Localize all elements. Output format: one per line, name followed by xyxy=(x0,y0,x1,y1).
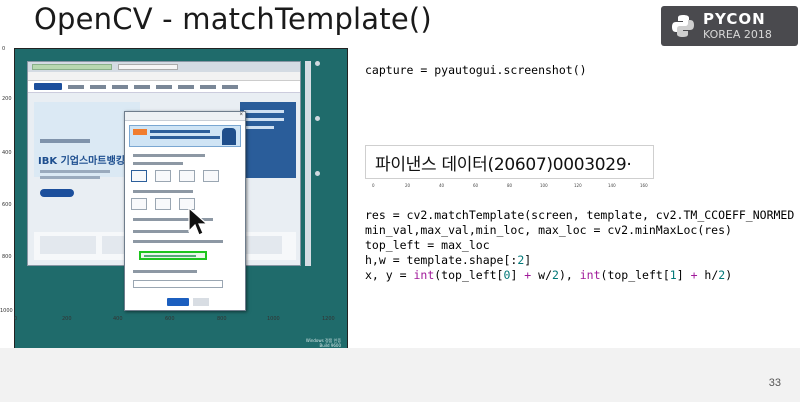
pycon-logo: PYCON KOREA 2018 xyxy=(661,6,798,46)
screenshot-plot: 0 200 400 600 800 1000 IBK 기업스마트뱅킹 × Win… xyxy=(0,40,360,353)
template-x-tick: 120 xyxy=(574,183,582,188)
match-highlight-box xyxy=(139,251,207,260)
desktop-screenshot: IBK 기업스마트뱅킹 × Windows 정품 인증 Build 9600 xyxy=(14,48,348,353)
code-line-3: top_left = max_loc xyxy=(365,238,490,252)
x-tick: 800 xyxy=(217,316,227,322)
template-axis: 0 20 40 60 80 100 120 140 160 xyxy=(372,183,662,191)
address-bar xyxy=(28,62,300,72)
logo-line2: KOREA 2018 xyxy=(703,28,772,41)
template-x-tick: 160 xyxy=(640,183,648,188)
y-tick: 1000 xyxy=(0,308,13,314)
x-tick: 1000 xyxy=(267,316,280,322)
right-banner xyxy=(240,102,296,178)
hero-button xyxy=(40,189,74,197)
template-x-tick: 20 xyxy=(405,183,411,188)
popup-dialog: × xyxy=(124,111,246,311)
confirm-button xyxy=(167,298,189,306)
template-image-text: 파이낸스 데이터(20607)0003029· xyxy=(375,155,632,175)
template-x-tick: 60 xyxy=(473,183,479,188)
mouse-cursor-icon xyxy=(188,207,209,236)
x-tick: 1200 xyxy=(322,316,335,322)
y-tick: 0 xyxy=(2,46,6,52)
x-tick: 400 xyxy=(113,316,123,322)
slide-footer xyxy=(0,348,800,402)
code-line-2: min_val,max_val,min_loc, max_loc = cv2.m… xyxy=(365,223,732,237)
x-tick: 0 xyxy=(14,316,18,322)
slice-number: 2 xyxy=(517,253,525,267)
y-tick: 200 xyxy=(2,96,12,102)
template-x-tick: 100 xyxy=(540,183,548,188)
page-title: OpenCV - matchTemplate() xyxy=(34,2,432,36)
y-tick: 400 xyxy=(2,150,12,156)
windows-watermark: Windows 정품 인증 Build 9600 xyxy=(305,337,341,348)
favorites-bar xyxy=(28,72,300,81)
y-tick: 600 xyxy=(2,202,12,208)
code-line-1: res = cv2.matchTemplate(screen, template… xyxy=(365,208,795,222)
template-x-tick: 80 xyxy=(507,183,513,188)
y-tick: 800 xyxy=(2,254,12,260)
template-x-tick: 140 xyxy=(608,183,616,188)
close-icon: × xyxy=(239,112,243,118)
capture-code-line: capture = pyautogui.screenshot() xyxy=(365,63,587,77)
scrollbar xyxy=(305,61,311,266)
x-tick: 200 xyxy=(62,316,72,322)
code-line-5: x, y = int(top_left[0] + w/2), int(top_l… xyxy=(365,268,733,282)
page-number: 33 xyxy=(768,377,781,389)
site-navigation xyxy=(28,81,300,93)
x-tick: 600 xyxy=(165,316,175,322)
python-snake-icon xyxy=(672,15,694,37)
template-x-tick: 0 xyxy=(372,183,375,188)
template-x-tick: 40 xyxy=(439,183,445,188)
hero-text: IBK 기업스마트뱅킹 xyxy=(38,156,125,167)
code-line-4: h,w = template.shape[:2] xyxy=(365,253,532,267)
cancel-button xyxy=(193,298,209,306)
dialog-banner xyxy=(129,125,241,147)
bank-logo xyxy=(34,83,62,90)
logo-line1: PYCON xyxy=(703,10,766,28)
dialog-input xyxy=(133,280,223,288)
